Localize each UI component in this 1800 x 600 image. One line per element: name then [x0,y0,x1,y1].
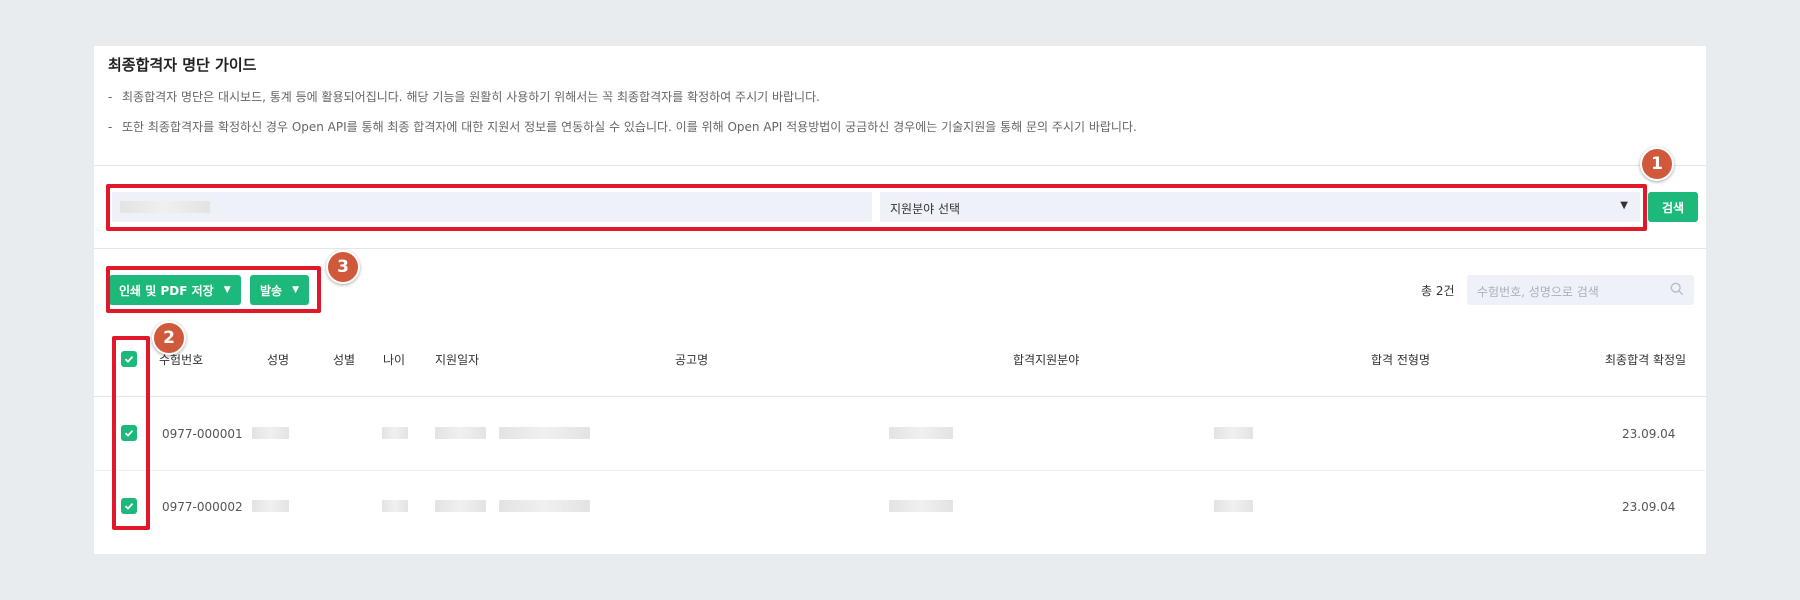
table-search-input[interactable]: 수험번호, 성명으로 검색 [1467,275,1694,305]
field-select[interactable]: 지원분야 선택 ▼ [880,192,1640,222]
redacted-value [1214,427,1253,439]
print-pdf-button[interactable]: 인쇄 및 PDF 저장 ▼ [109,275,241,305]
final-passers-panel: 최종합격자 명단 가이드 - 최종합격자 명단은 대시보드, 통계 등에 활용되어… [94,46,1706,554]
divider [94,248,1706,249]
header-apply-date[interactable]: 지원일자 [435,351,479,368]
total-count: 총 2건 [1421,284,1455,298]
annotation-badge-2: 2 [152,321,186,355]
select-all-checkbox[interactable] [121,351,137,367]
redacted-value [435,500,486,512]
redacted-value [499,500,590,512]
redacted-value [499,427,590,439]
header-posting[interactable]: 공고명 [675,351,708,368]
divider [94,470,1706,471]
redacted-value [120,201,210,213]
divider [94,165,1706,166]
header-age[interactable]: 나이 [383,351,405,368]
header-gender[interactable]: 성별 [333,351,355,368]
annotation-badge-3: 3 [326,250,360,284]
row-checkbox[interactable] [121,425,137,441]
redacted-value [435,427,486,439]
header-name[interactable]: 성명 [267,351,289,368]
redacted-value [252,427,289,439]
annotation-badge-1: 1 [1640,147,1674,181]
header-stage[interactable]: 합격 전형명 [1371,351,1430,368]
guide-line-2: - 또한 최종합격자를 확정하신 경우 Open API를 통해 최종 합격자에 … [108,120,1137,134]
chevron-down-icon: ▼ [223,285,231,295]
row-final-date: 23.09.04 [1622,500,1676,514]
applicant-search-input[interactable] [112,192,872,222]
redacted-value [889,500,953,512]
redacted-value [1214,500,1253,512]
header-final-date[interactable]: 최종합격 확정일 [1605,351,1686,368]
divider [94,396,1706,397]
chevron-down-icon: ▼ [1620,200,1628,211]
check-icon [124,502,134,510]
search-icon [1670,282,1684,296]
row-exam-no: 0977-000001 [162,427,243,441]
guide-title: 최종합격자 명단 가이드 [108,56,257,74]
redacted-value [889,427,953,439]
redacted-value [382,427,408,439]
guide-line-1: - 최종합격자 명단은 대시보드, 통계 등에 활용되어집니다. 해당 기능을 원… [108,90,820,104]
search-button[interactable]: 검색 [1648,192,1698,222]
header-field[interactable]: 합격지원분야 [1013,351,1079,368]
row-exam-no: 0977-000002 [162,500,243,514]
row-checkbox[interactable] [121,498,137,514]
chevron-down-icon: ▼ [292,285,300,295]
redacted-value [252,500,289,512]
redacted-value [382,500,408,512]
check-icon [124,429,134,437]
check-icon [124,355,134,363]
row-final-date: 23.09.04 [1622,427,1676,441]
send-button[interactable]: 발송 ▼ [250,275,310,305]
